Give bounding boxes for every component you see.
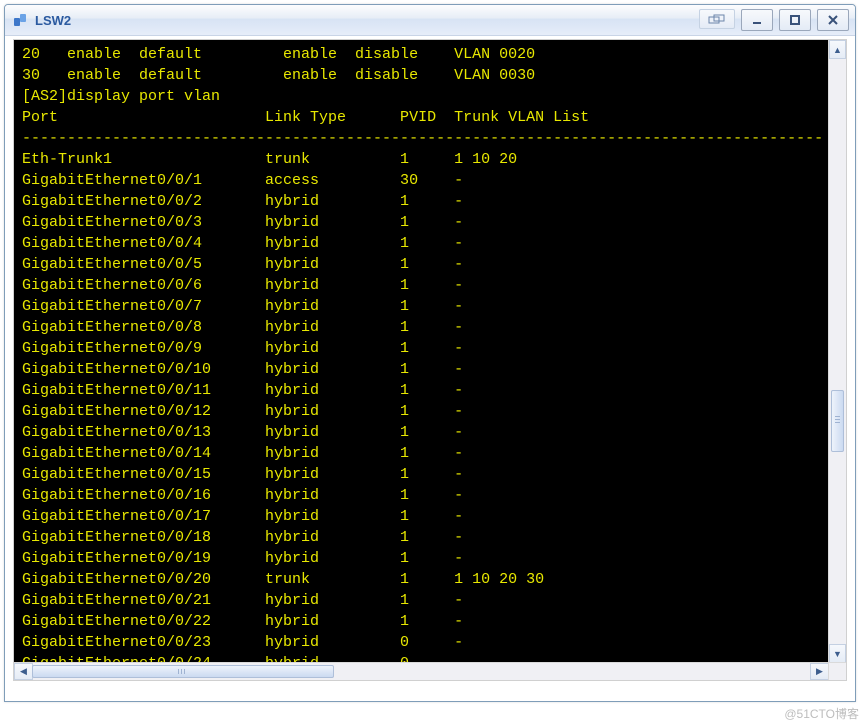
window-tab-button[interactable] (699, 9, 735, 29)
horizontal-scrollbar[interactable]: ◀ ▶ (14, 662, 829, 680)
maximize-button[interactable] (779, 9, 811, 31)
app-icon (11, 11, 29, 29)
window-frame: LSW2 20 enable default enable disable (4, 4, 856, 702)
watermark-text: @51CTO博客 (784, 705, 859, 722)
title-bar[interactable]: LSW2 (5, 5, 855, 36)
terminal-output[interactable]: 20 enable default enable disable VLAN 00… (14, 40, 846, 681)
close-button[interactable] (817, 9, 849, 31)
scroll-down-button[interactable]: ▼ (829, 644, 846, 663)
scroll-right-button[interactable]: ▶ (810, 663, 829, 680)
minimize-button[interactable] (741, 9, 773, 31)
scroll-up-button[interactable]: ▲ (829, 40, 846, 59)
window-title: LSW2 (35, 13, 71, 28)
vertical-scroll-thumb[interactable] (831, 390, 844, 452)
scrollbar-corner (828, 662, 846, 680)
terminal-area[interactable]: 20 enable default enable disable VLAN 00… (13, 39, 847, 681)
horizontal-scroll-thumb[interactable] (32, 665, 334, 678)
vertical-scrollbar[interactable]: ▲ ▼ (828, 40, 846, 663)
scroll-left-button[interactable]: ◀ (14, 663, 33, 680)
